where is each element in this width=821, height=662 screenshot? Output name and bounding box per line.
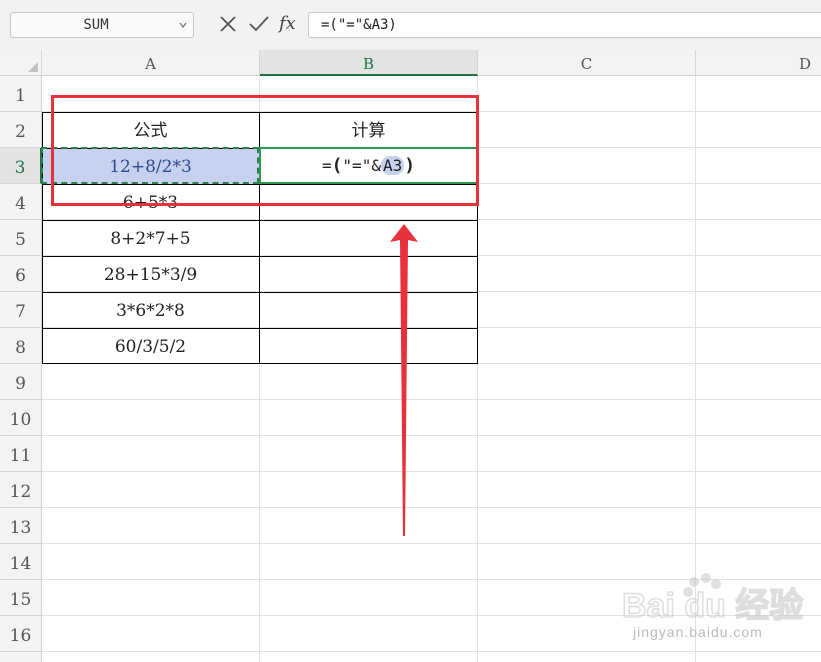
formula-input[interactable]: =("="&A3) <box>308 12 821 38</box>
annotation-highlight-box <box>51 95 479 206</box>
select-all-corner[interactable] <box>0 50 42 75</box>
watermark-url: jingyan.baidu.com <box>633 624 763 640</box>
row-header-13[interactable]: 13 <box>0 508 41 544</box>
row-header-column: 1 2 3 4 5 6 7 8 9 10 11 12 13 14 15 16 <box>0 76 42 662</box>
insert-function-button[interactable]: fx <box>279 10 296 38</box>
row-header-3[interactable]: 3 <box>0 148 42 184</box>
name-box[interactable]: SUM <box>10 12 194 38</box>
row-header-10[interactable]: 10 <box>0 400 41 436</box>
check-icon[interactable] <box>248 14 270 34</box>
annotation-arrow-up-icon <box>390 224 418 536</box>
baidu-jingyan-watermark: Bai du 经验 <box>621 573 804 626</box>
column-header-b[interactable]: B <box>260 50 478 76</box>
row-header-16[interactable]: 16 <box>0 616 41 652</box>
row-header-9[interactable]: 9 <box>0 364 41 400</box>
row-header-6[interactable]: 6 <box>0 256 41 292</box>
formula-bar: SUM fx =("="&A3) <box>0 0 821 50</box>
column-header-a[interactable]: A <box>42 50 260 75</box>
row-header-12[interactable]: 12 <box>0 472 41 508</box>
row-header-4[interactable]: 4 <box>0 184 41 220</box>
column-header-row: A B C D <box>0 50 821 76</box>
chevron-down-icon[interactable] <box>178 20 188 30</box>
column-header-d[interactable]: D <box>696 50 821 75</box>
row-header-14[interactable]: 14 <box>0 544 41 580</box>
row-header-5[interactable]: 5 <box>0 220 41 256</box>
cancel-icon[interactable] <box>218 14 238 34</box>
column-header-c[interactable]: C <box>478 50 696 75</box>
row-header-7[interactable]: 7 <box>0 292 41 328</box>
formula-text: =("="&A3) <box>321 17 397 33</box>
row-header-2[interactable]: 2 <box>0 112 41 148</box>
watermark-logo: Bai du 经验 <box>622 586 803 625</box>
name-box-value: SUM <box>83 17 109 33</box>
row-header-11[interactable]: 11 <box>0 436 41 472</box>
row-header-8[interactable]: 8 <box>0 328 41 364</box>
row-header-1[interactable]: 1 <box>0 76 41 112</box>
row-header-15[interactable]: 15 <box>0 580 41 616</box>
